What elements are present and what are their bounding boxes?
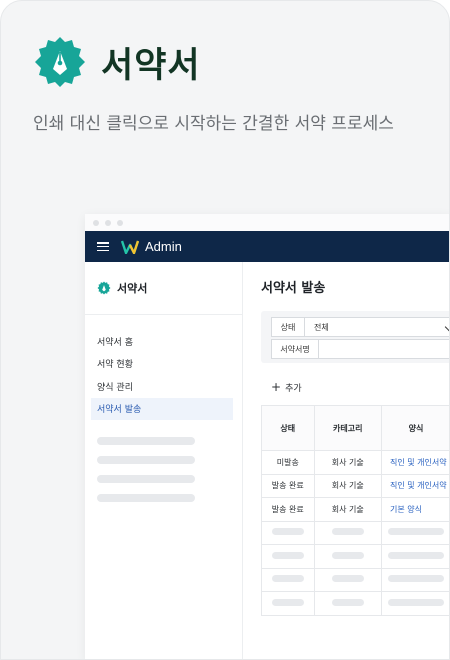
skeleton-cell (380, 591, 449, 616)
sidebar-item-send[interactable]: 서약서 발송 (91, 397, 233, 420)
cell-form-link[interactable]: 직인 및 개인서약 (380, 473, 449, 498)
window-chrome (85, 214, 449, 231)
pen-nib-badge-icon (97, 281, 111, 295)
page-title: 서약서 발송 (261, 281, 326, 296)
sidebar-item-home[interactable]: 서약서 홈 (91, 330, 233, 352)
browser-window: Admin 서약서 서약서 홈 서약 현황 양식 관리 서약서 발송 서약서 발… (85, 214, 449, 659)
name-filter-row: 서약서명 (271, 339, 449, 359)
status-select-value: 전체 (314, 322, 329, 332)
status-filter-label: 상태 (271, 317, 305, 337)
table-row-skeleton (261, 520, 449, 545)
plus-icon: + (271, 380, 282, 394)
cell-category: 회사 기술 (313, 473, 382, 498)
chevron-down-icon (444, 322, 449, 332)
table-row[interactable]: 발송 완료 회사 기술 기본 양식 (261, 497, 449, 522)
sidebar-item-forms[interactable]: 양식 관리 (91, 375, 233, 397)
table-row[interactable]: 미발송 회사 기술 직인 및 개인서약 (261, 450, 449, 475)
table-row-skeleton (261, 567, 449, 592)
skeleton-cell (380, 520, 449, 545)
skeleton-cell (380, 544, 449, 569)
cell-form-link[interactable]: 직인 및 개인서약 (380, 450, 449, 475)
status-select[interactable]: 전체 (305, 317, 449, 337)
dispatch-table: 상태 카테고리 양식 미발송 회사 기술 직인 및 개인서약 발송 완료 회사 … (261, 405, 449, 616)
sidebar-brand[interactable]: 서약서 (85, 262, 242, 315)
app-body: 서약서 서약서 홈 서약 현황 양식 관리 서약서 발송 서약서 발송 상태 전… (85, 262, 449, 659)
table-row[interactable]: 발송 완료 회사 기술 직인 및 개인서약 (261, 473, 449, 498)
promo-card: 서약서 인쇄 대신 클릭으로 시작하는 간결한 서약 프로세스 Admin 서약… (0, 0, 450, 660)
filter-panel: 상태 전체 서약서명 (261, 311, 449, 363)
column-header[interactable]: 상태 (261, 405, 315, 451)
cell-category: 회사 기술 (313, 497, 382, 522)
table-header-row: 상태 카테고리 양식 (261, 405, 449, 451)
skeleton-cell (261, 567, 315, 592)
status-filter-row: 상태 전체 (271, 317, 449, 337)
skeleton-placeholder (97, 493, 195, 502)
column-header[interactable]: 카테고리 (313, 405, 382, 451)
skeleton-placeholder (97, 436, 195, 445)
skeleton-cell (261, 520, 315, 545)
sidebar-nav: 서약서 홈 서약 현황 양식 관리 서약서 발송 (85, 330, 242, 502)
top-navbar: Admin (85, 231, 449, 262)
name-filter-label: 서약서명 (271, 339, 319, 359)
skeleton-cell (261, 591, 315, 616)
skeleton-cell (261, 544, 315, 569)
table-row-skeleton (261, 544, 449, 569)
skeleton-cell (313, 544, 382, 569)
hero: 서약서 (33, 35, 201, 89)
pen-nib-badge-icon (35, 37, 85, 87)
window-dot (93, 219, 99, 226)
name-input[interactable] (319, 339, 449, 359)
brand-name: 서약서 (101, 45, 201, 86)
cell-category: 회사 기술 (313, 450, 382, 475)
skeleton-cell (313, 520, 382, 545)
cell-form-link[interactable]: 기본 양식 (380, 497, 449, 522)
column-header[interactable]: 양식 (380, 405, 449, 451)
tagline: 인쇄 대신 클릭으로 시작하는 간결한 서약 프로세스 (33, 114, 394, 134)
skeleton-placeholder (97, 474, 195, 483)
cell-status: 발송 완료 (261, 497, 315, 522)
sidebar: 서약서 서약서 홈 서약 현황 양식 관리 서약서 발송 (85, 262, 243, 659)
window-dot (117, 219, 123, 226)
cell-status: 발송 완료 (261, 473, 315, 498)
add-button[interactable]: + 추가 (271, 381, 302, 394)
main-content: 서약서 발송 상태 전체 서약서명 + 추가 상태 카테고리 양식 미발송 회사… (243, 262, 449, 659)
skeleton-cell (313, 567, 382, 592)
window-dot (105, 219, 111, 226)
add-button-label: 추가 (285, 384, 302, 394)
sidebar-item-status[interactable]: 서약 현황 (91, 353, 233, 375)
cell-status: 미발송 (261, 450, 315, 475)
app-title: Admin (145, 239, 182, 254)
skeleton-cell (313, 591, 382, 616)
skeleton-placeholder (97, 455, 195, 464)
table-row-skeleton (261, 591, 449, 616)
w-logo-icon (121, 240, 139, 254)
hamburger-icon[interactable] (97, 242, 109, 251)
sidebar-brand-label: 서약서 (117, 282, 148, 295)
skeleton-cell (380, 567, 449, 592)
